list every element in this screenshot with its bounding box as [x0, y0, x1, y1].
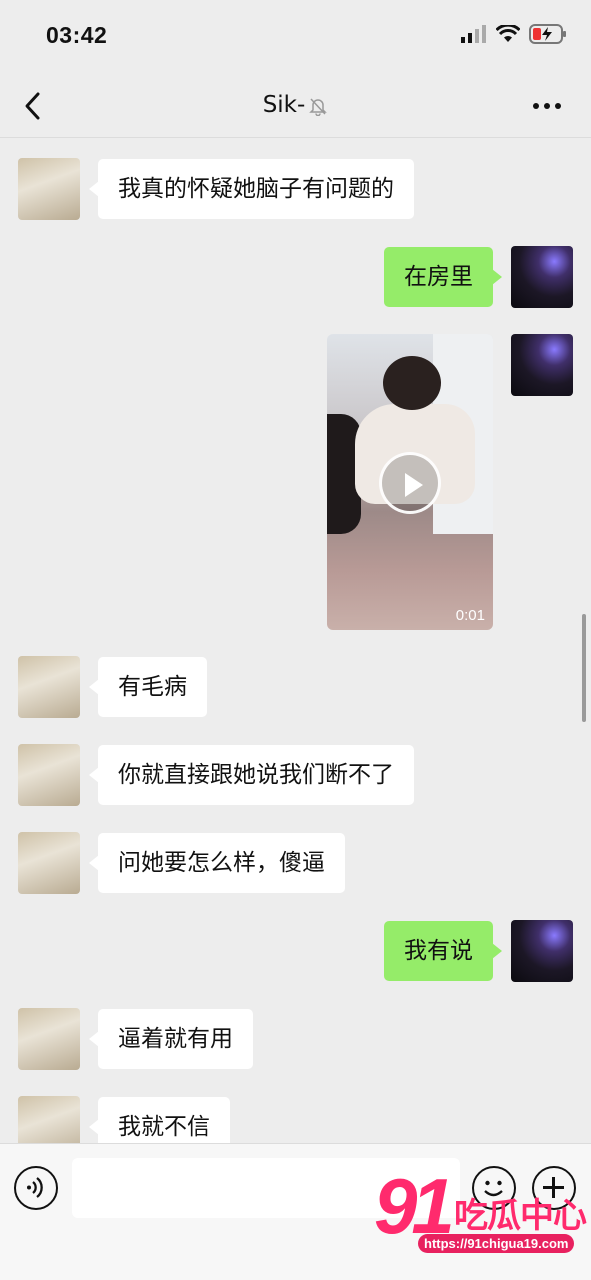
contact-avatar[interactable] — [18, 744, 80, 806]
voice-icon — [27, 1177, 43, 1198]
contact-avatar[interactable] — [18, 656, 80, 718]
battery-charging-icon — [529, 24, 566, 44]
status-bar: 03:42 — [0, 0, 591, 74]
message-received: 你就直接跟她说我们断不了 — [0, 744, 591, 806]
wifi-icon — [496, 25, 520, 42]
message-sent: 我有说 — [0, 920, 591, 982]
scrollbar[interactable] — [582, 614, 586, 722]
watermark: 91 吃瓜中心 https://91chigua19.com — [372, 1166, 587, 1266]
message-sent: 在房里 — [0, 246, 591, 308]
signal-icon — [461, 25, 486, 43]
message-sent-video: 0:01 — [0, 334, 591, 630]
status-icons — [461, 24, 567, 44]
video-duration: 0:01 — [455, 607, 485, 624]
chat-header: Sik- — [0, 74, 591, 138]
chat-title-wrap: Sik- — [0, 92, 591, 118]
contact-avatar[interactable] — [18, 832, 80, 894]
play-icon[interactable] — [379, 452, 441, 514]
contact-avatar[interactable] — [18, 1096, 80, 1143]
message-received: 问她要怎么样，傻逼 — [0, 832, 591, 894]
message-bubble[interactable]: 你就直接跟她说我们断不了 — [89, 745, 414, 805]
my-avatar[interactable] — [511, 246, 573, 308]
message-received: 我真的怀疑她脑子有问题的 — [0, 158, 591, 220]
status-time: 03:42 — [46, 22, 108, 48]
video-thumbnail[interactable]: 0:01 — [327, 334, 493, 630]
more-options-button[interactable] — [533, 94, 565, 118]
message-bubble[interactable]: 我就不信 — [89, 1097, 230, 1143]
message-bubble[interactable]: 有毛病 — [89, 657, 207, 717]
message-received: 有毛病 — [0, 656, 591, 718]
message-received: 逼着就有用 — [0, 1008, 591, 1070]
message-bubble[interactable]: 我有说 — [384, 921, 502, 981]
message-bubble[interactable]: 我真的怀疑她脑子有问题的 — [89, 159, 414, 219]
contact-avatar[interactable] — [18, 1008, 80, 1070]
dot-icon — [544, 103, 550, 109]
dot-icon — [555, 103, 561, 109]
message-bubble[interactable]: 问她要怎么样，傻逼 — [89, 833, 345, 893]
dot-icon — [533, 103, 539, 109]
watermark-url: https://91chigua19.com — [418, 1234, 575, 1253]
voice-input-button[interactable] — [14, 1166, 58, 1210]
message-bubble[interactable]: 在房里 — [384, 247, 502, 307]
my-avatar[interactable] — [511, 920, 573, 982]
my-avatar[interactable] — [511, 334, 573, 396]
contact-avatar[interactable] — [18, 158, 80, 220]
chat-messages[interactable]: 我真的怀疑她脑子有问题的 在房里 0:01 有毛病 你就直接跟她说我们断不了 问… — [0, 138, 591, 1143]
message-bubble[interactable]: 逼着就有用 — [89, 1009, 253, 1069]
mute-bell-icon — [309, 97, 328, 116]
message-received: 我就不信 — [0, 1096, 591, 1143]
watermark-name: 吃瓜中心 — [454, 1196, 587, 1236]
chat-title: Sik- — [262, 92, 306, 118]
